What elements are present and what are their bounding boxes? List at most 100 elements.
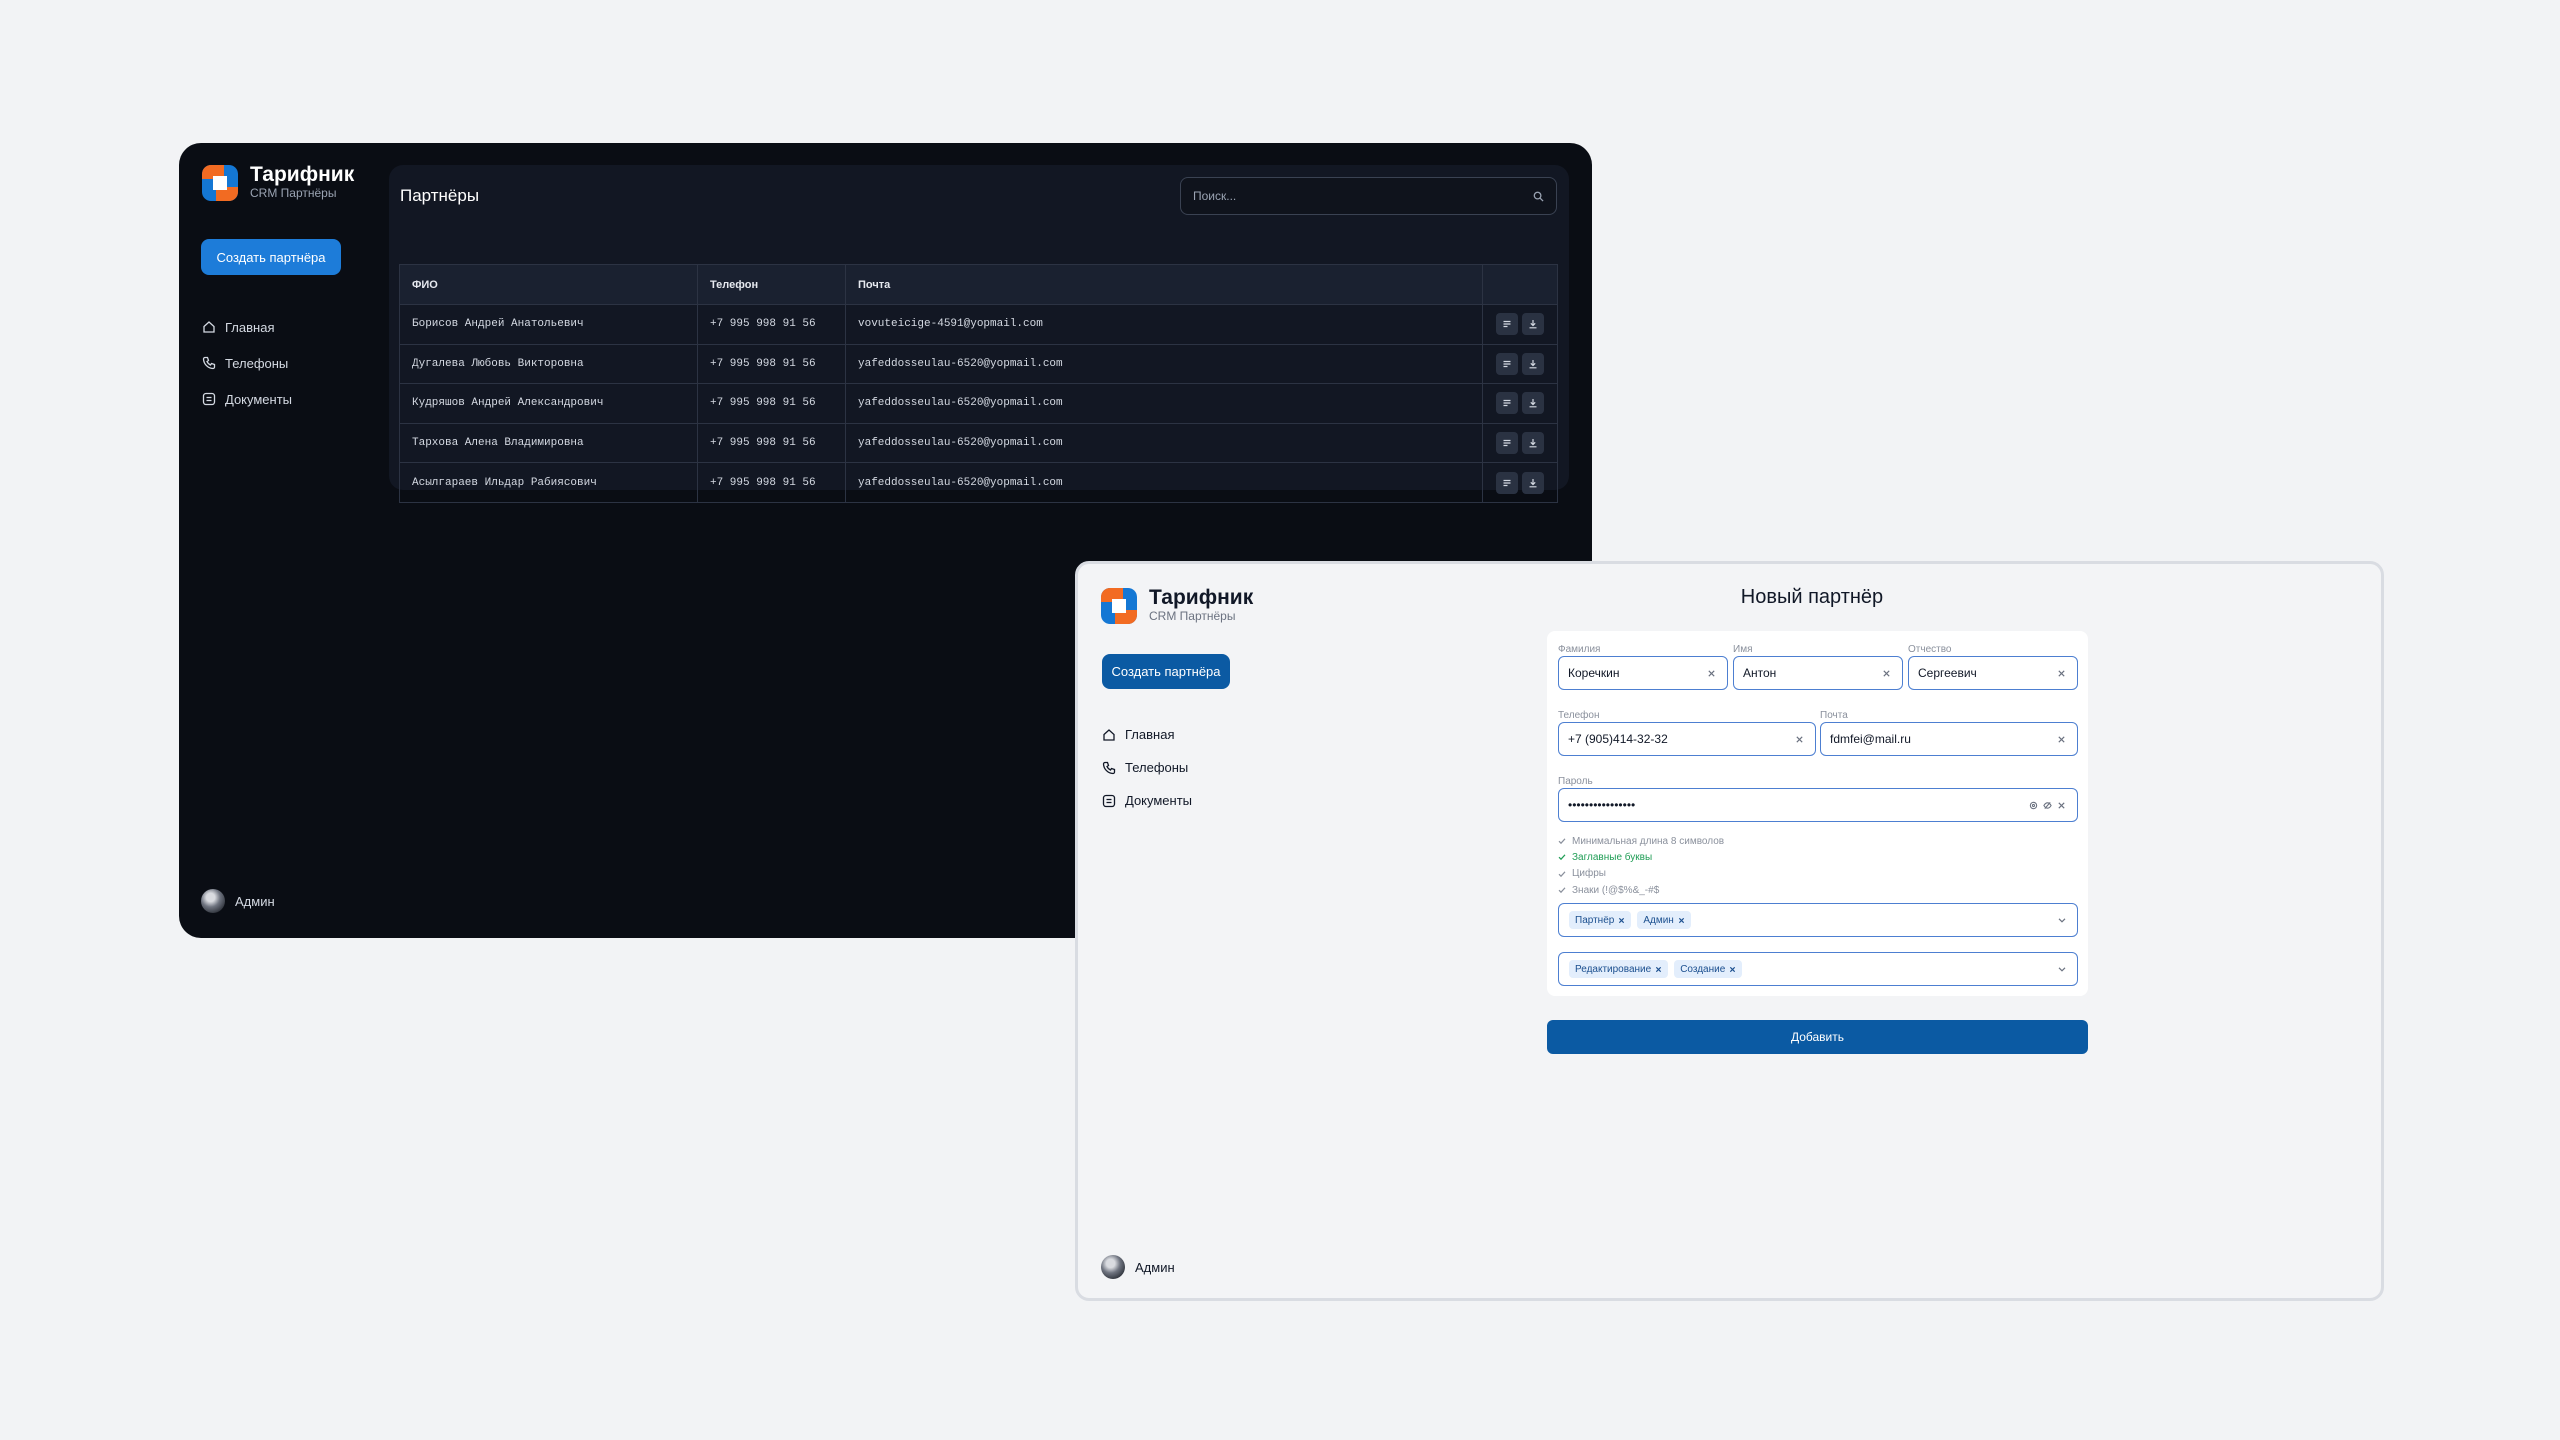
- password-field: Пароль: [1558, 776, 2078, 822]
- column-header-actions: [1482, 264, 1558, 305]
- download-button[interactable]: [1522, 392, 1544, 415]
- field-label: Почта: [1820, 710, 1848, 721]
- table-row[interactable]: Кудряшов Андрей Александрович +7 995 998…: [399, 383, 1558, 424]
- clear-icon[interactable]: [1879, 666, 1893, 680]
- search-box: [1180, 177, 1557, 215]
- cell-name: Тархова Алена Владимировна: [399, 422, 698, 464]
- cell-name: Кудряшов Андрей Александрович: [399, 383, 698, 424]
- table-row[interactable]: Асылгараев Ильдар Рабиясович +7 995 998 …: [399, 462, 1558, 503]
- cell-name: Борисов Андрей Анатольевич: [399, 304, 698, 345]
- column-header-phone[interactable]: Телефон: [697, 264, 846, 305]
- user-name: Админ: [235, 893, 275, 909]
- sidebar-item-documents[interactable]: Документы: [1102, 784, 1192, 817]
- permissions-select[interactable]: Редактирование Создание: [1558, 952, 2078, 986]
- download-button[interactable]: [1522, 471, 1544, 494]
- password-rule-text: Минимальная длина 8 символов: [1572, 835, 1725, 847]
- eye-off-icon[interactable]: [2040, 798, 2054, 812]
- cell-phone: +7 995 998 91 56: [697, 343, 846, 385]
- sidebar-item-label: Документы: [225, 391, 293, 407]
- field-label: Имя: [1733, 644, 1753, 655]
- brand-subtitle: CRM Партнёры: [250, 186, 337, 200]
- remove-tag-icon[interactable]: [1655, 966, 1662, 973]
- details-button[interactable]: [1496, 471, 1518, 494]
- partners-table: ФИО Телефон Почта Борисов Андрей Анатоль…: [399, 264, 1558, 503]
- details-button[interactable]: [1496, 313, 1518, 336]
- eye-icon[interactable]: [2026, 798, 2040, 812]
- table-row[interactable]: Тархова Алена Владимировна +7 995 998 91…: [399, 422, 1558, 464]
- list-icon: [1502, 398, 1512, 408]
- cell-actions: [1482, 383, 1558, 424]
- sidebar-nav: Главная Телефоны Документы: [1102, 718, 1192, 817]
- download-button[interactable]: [1522, 432, 1544, 455]
- email-field: Почта: [1820, 710, 2078, 756]
- first-name-input[interactable]: [1743, 666, 1879, 680]
- cell-actions: [1482, 462, 1558, 503]
- clear-icon[interactable]: [1704, 666, 1718, 680]
- user-profile[interactable]: Админ: [1101, 1255, 1175, 1279]
- details-button[interactable]: [1496, 432, 1518, 455]
- column-header-name[interactable]: ФИО: [399, 264, 698, 305]
- phone-input[interactable]: [1568, 732, 1792, 746]
- details-button[interactable]: [1496, 392, 1518, 415]
- check-icon: [1558, 837, 1566, 845]
- cell-email: vovuteicige-4591@yopmail.com: [845, 304, 1483, 345]
- cell-name: Асылгараев Ильдар Рабиясович: [399, 462, 698, 503]
- tag-label: Редактирование: [1575, 963, 1652, 975]
- clear-icon[interactable]: [2054, 666, 2068, 680]
- table-row[interactable]: Борисов Андрей Анатольевич +7 995 998 91…: [399, 304, 1558, 345]
- sidebar-item-phones[interactable]: Телефоны: [1102, 751, 1192, 784]
- sidebar-nav: Главная Телефоны Документы: [202, 309, 292, 417]
- sidebar-item-documents[interactable]: Документы: [202, 381, 292, 417]
- download-button[interactable]: [1522, 352, 1544, 375]
- last-name-field: Фамилия: [1558, 644, 1728, 690]
- clear-icon[interactable]: [2054, 798, 2068, 812]
- remove-tag-icon[interactable]: [1678, 917, 1685, 924]
- field-label: Пароль: [1558, 776, 1593, 787]
- field-label: Телефон: [1558, 710, 1600, 721]
- create-partner-button[interactable]: Создать партнёра: [201, 239, 341, 275]
- last-name-input[interactable]: [1568, 666, 1704, 680]
- password-rule: Минимальная длина 8 символов: [1558, 833, 1724, 849]
- permission-tag: Редактирование: [1569, 960, 1669, 978]
- sidebar-item-home[interactable]: Главная: [202, 309, 292, 345]
- roles-select[interactable]: Партнёр Админ: [1558, 903, 2078, 937]
- brand-logo: Тарифник CRM Партнёры: [202, 164, 354, 201]
- tag-label: Админ: [1643, 914, 1674, 926]
- download-icon: [1528, 319, 1538, 329]
- first-name-field: Имя: [1733, 644, 1903, 690]
- download-icon: [1528, 438, 1538, 448]
- remove-tag-icon[interactable]: [1618, 917, 1625, 924]
- chevron-down-icon[interactable]: [2057, 915, 2067, 925]
- details-button[interactable]: [1496, 352, 1518, 375]
- user-profile[interactable]: Админ: [201, 889, 275, 913]
- create-partner-button[interactable]: Создать партнёра: [1102, 654, 1230, 689]
- chevron-down-icon[interactable]: [2057, 964, 2067, 974]
- clear-icon[interactable]: [1792, 732, 1806, 746]
- phone-icon: [1102, 761, 1116, 775]
- home-icon: [1102, 728, 1116, 742]
- cell-phone: +7 995 998 91 56: [697, 422, 846, 464]
- cell-email: yafeddosseulau-6520@yopmail.com: [845, 343, 1483, 385]
- sidebar-item-label: Телефоны: [1125, 760, 1189, 775]
- search-icon[interactable]: [1533, 191, 1544, 202]
- remove-tag-icon[interactable]: [1729, 966, 1736, 973]
- patronymic-input[interactable]: [1918, 666, 2054, 680]
- password-input[interactable]: [1568, 798, 2026, 812]
- clear-icon[interactable]: [2054, 732, 2068, 746]
- document-icon: [202, 392, 216, 406]
- search-input[interactable]: [1193, 189, 1533, 203]
- check-icon: [1558, 870, 1566, 878]
- email-input[interactable]: [1830, 732, 2054, 746]
- add-partner-button[interactable]: Добавить: [1547, 1020, 2088, 1054]
- download-button[interactable]: [1522, 313, 1544, 336]
- sidebar-item-home[interactable]: Главная: [1102, 718, 1192, 751]
- column-header-email[interactable]: Почта: [845, 264, 1483, 305]
- table-row[interactable]: Дугалева Любовь Викторовна +7 995 998 91…: [399, 343, 1558, 385]
- cell-actions: [1482, 304, 1558, 345]
- sidebar-item-phones[interactable]: Телефоны: [202, 345, 292, 381]
- patronymic-field: Отчество: [1908, 644, 2078, 690]
- download-icon: [1528, 359, 1538, 369]
- tag-label: Партнёр: [1575, 914, 1615, 926]
- cell-phone: +7 995 998 91 56: [697, 383, 846, 424]
- cell-email: yafeddosseulau-6520@yopmail.com: [845, 383, 1483, 424]
